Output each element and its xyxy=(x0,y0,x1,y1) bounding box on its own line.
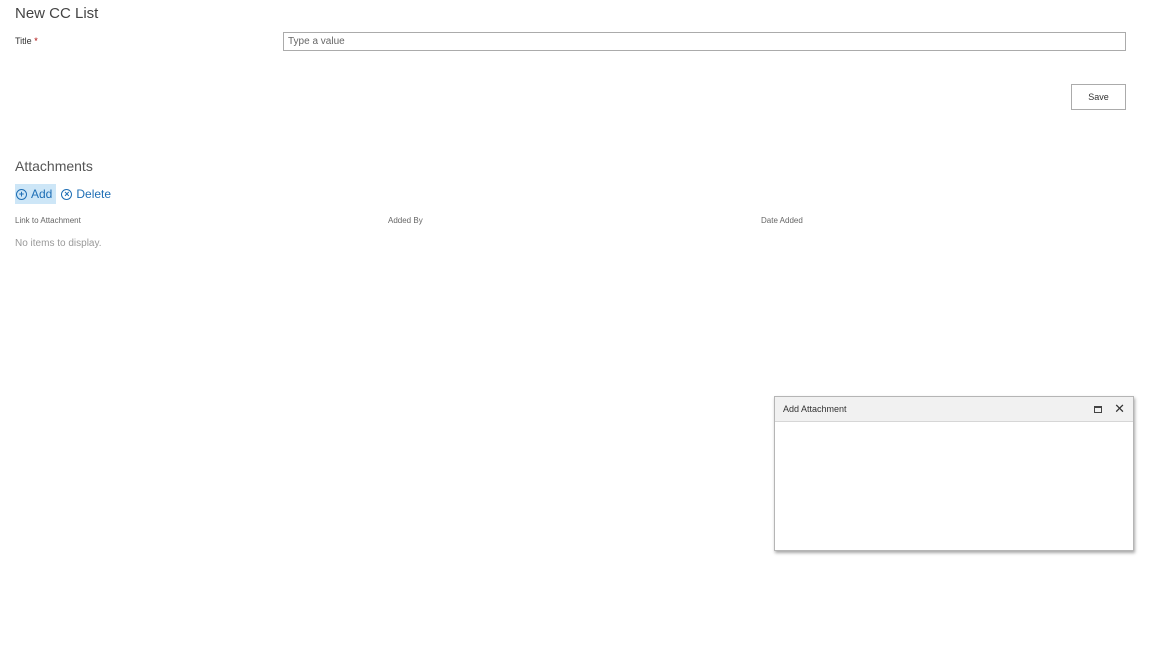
required-marker: * xyxy=(34,36,38,46)
new-cc-list-form-page: New CC List Title * Save Attachments + A… xyxy=(0,0,1165,648)
title-label-text: Title xyxy=(15,36,32,46)
x-circle-icon: × xyxy=(61,188,73,200)
page-title: New CC List xyxy=(15,5,99,22)
delete-button-label: Delete xyxy=(76,187,112,201)
empty-list-message: No items to display. xyxy=(15,238,102,249)
dialog-header[interactable]: Add Attachment ✕ xyxy=(775,397,1133,422)
add-button-label: Add xyxy=(31,187,53,201)
attachments-section-title: Attachments xyxy=(15,158,93,174)
dialog-title: Add Attachment xyxy=(783,404,847,414)
dialog-controls: ✕ xyxy=(1094,402,1125,415)
save-button[interactable]: Save xyxy=(1071,84,1126,110)
add-attachment-button[interactable]: + Add xyxy=(15,184,57,204)
delete-attachment-button[interactable]: × Delete xyxy=(60,184,115,204)
column-header-date-added[interactable]: Date Added xyxy=(761,216,803,225)
column-header-link-to-attachment[interactable]: Link to Attachment xyxy=(15,216,81,225)
column-header-added-by[interactable]: Added By xyxy=(388,216,423,225)
plus-circle-icon: + xyxy=(16,188,27,200)
close-icon[interactable]: ✕ xyxy=(1114,402,1125,415)
attachments-command-bar: + Add × Delete xyxy=(15,184,115,204)
title-field-label: Title * xyxy=(15,36,38,46)
title-input[interactable] xyxy=(283,32,1126,51)
add-attachment-dialog: Add Attachment ✕ xyxy=(774,396,1134,551)
maximize-icon[interactable] xyxy=(1094,405,1103,413)
